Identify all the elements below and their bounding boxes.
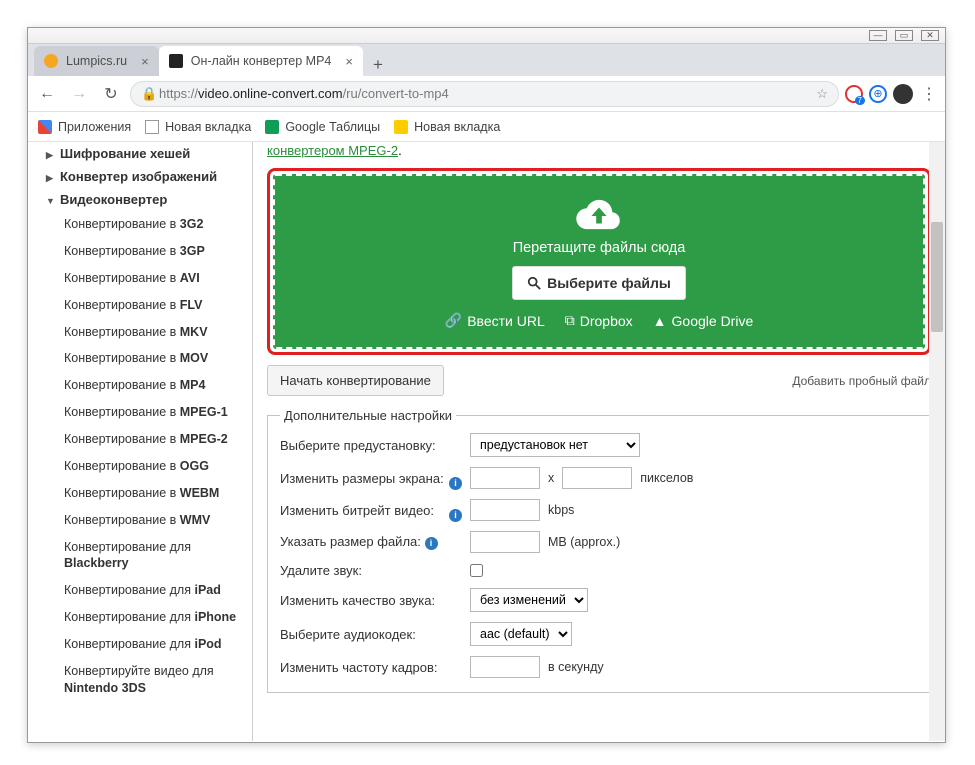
audio-quality-label: Изменить качество звука: — [280, 593, 462, 608]
sidebar-format-item[interactable]: Конвертирование в OGG — [28, 453, 252, 480]
lock-icon: 🔒 — [141, 86, 153, 102]
dropbox-button[interactable]: ⧉Dropbox — [565, 312, 633, 329]
badge-count: 7 — [855, 96, 865, 105]
sidebar-format-item[interactable]: Конвертирование в WEBM — [28, 480, 252, 507]
dropbox-icon: ⧉ — [565, 312, 575, 329]
address-bar[interactable]: 🔒 https://video.online-convert.com/ru/co… — [130, 81, 839, 107]
info-icon[interactable]: i — [449, 477, 462, 490]
tab-title: Lumpics.ru — [66, 54, 127, 68]
sidebar-video[interactable]: ▼Видеоконвертер — [28, 188, 252, 211]
mute-label: Удалите звук: — [280, 563, 462, 578]
close-tab-button[interactable]: × — [345, 54, 353, 69]
new-tab-button[interactable]: + — [367, 54, 389, 76]
sidebar-format-item[interactable]: Конвертирование для iPad — [28, 577, 252, 604]
toolbar: ← → ↻ 🔒 https://video.online-convert.com… — [28, 76, 945, 112]
main-content: конвертером MPEG-2. Перетащите файлы сюд… — [253, 142, 945, 741]
fps-input[interactable] — [470, 656, 540, 678]
sidebar-format-item[interactable]: Конвертирование в WMV — [28, 507, 252, 534]
choose-files-button[interactable]: Выберите файлы — [512, 266, 686, 300]
preset-select[interactable]: предустановок нет — [470, 433, 640, 457]
bookmark-newtab2[interactable]: Новая вкладка — [394, 120, 500, 134]
page-scrollbar[interactable] — [929, 142, 945, 741]
caret-right-icon: ▶ — [46, 150, 54, 161]
dropzone-text: Перетащите файлы сюда — [513, 240, 686, 256]
link-icon: 🔗 — [445, 312, 462, 329]
sidebar-format-item[interactable]: Конвертирование в AVI — [28, 265, 252, 292]
star-icon[interactable]: ☆ — [816, 86, 828, 102]
tab-strip: Lumpics.ru × Он-лайн конвертер MP4 × + — [28, 44, 945, 76]
preset-label: Выберите предустановку: — [280, 438, 462, 453]
fps-label: Изменить частоту кадров: — [280, 660, 462, 675]
enter-url-button[interactable]: 🔗Ввести URL — [445, 312, 545, 329]
info-icon[interactable]: i — [449, 509, 462, 522]
tab-lumpics[interactable]: Lumpics.ru × — [34, 46, 159, 76]
sidebar-format-item[interactable]: Конвертирование в MP4 — [28, 372, 252, 399]
sidebar-format-item[interactable]: Конвертирование для Blackberry — [28, 534, 252, 578]
bitrate-label: Изменить битрейт видео:i — [280, 503, 462, 518]
close-window-button[interactable]: ✕ — [921, 30, 939, 41]
tab-title: Он-лайн конвертер MP4 — [191, 54, 332, 68]
minimize-button[interactable]: — — [869, 30, 887, 41]
height-input[interactable] — [562, 467, 632, 489]
sidebar-format-item[interactable]: Конвертирование в 3GP — [28, 238, 252, 265]
sidebar-image[interactable]: ▶Конвертер изображений — [28, 165, 252, 188]
sidebar-format-item[interactable]: Конвертируйте видео для Nintendo 3DS — [28, 658, 252, 702]
sidebar-format-item[interactable]: Конвертирование для iPod — [28, 631, 252, 658]
filesize-input[interactable] — [470, 531, 540, 553]
sidebar: ▶Шифрование хешей ▶Конвертер изображений… — [28, 142, 253, 741]
start-convert-button[interactable]: Начать конвертирование — [267, 365, 444, 396]
info-icon[interactable]: i — [425, 537, 438, 550]
audio-codec-label: Выберите аудиокодек: — [280, 627, 462, 642]
add-trial-file-link[interactable]: Добавить пробный файл — [792, 374, 931, 388]
advanced-settings: Дополнительные настройки Выберите предус… — [267, 408, 931, 693]
extension-adblock-icon[interactable]: 7 — [845, 85, 863, 103]
mpeg2-link[interactable]: конвертером MPEG-2 — [267, 143, 398, 158]
gdrive-icon: ▲ — [653, 313, 667, 329]
reload-button[interactable]: ↻ — [98, 81, 124, 107]
profile-avatar[interactable] — [893, 84, 913, 104]
audio-quality-select[interactable]: без изменений — [470, 588, 588, 612]
width-input[interactable] — [470, 467, 540, 489]
close-tab-button[interactable]: × — [141, 54, 149, 69]
search-icon — [527, 276, 541, 290]
sidebar-format-item[interactable]: Конвертирование в FLV — [28, 292, 252, 319]
sidebar-hash[interactable]: ▶Шифрование хешей — [28, 142, 252, 165]
cloud-upload-icon — [576, 198, 622, 232]
gdrive-button[interactable]: ▲Google Drive — [653, 312, 754, 329]
back-button[interactable]: ← — [34, 81, 60, 107]
sidebar-format-item[interactable]: Конвертирование в MOV — [28, 345, 252, 372]
caret-right-icon: ▶ — [46, 173, 54, 184]
maximize-button[interactable]: ▭ — [895, 30, 913, 41]
menu-button[interactable]: ⋮ — [919, 84, 939, 104]
favicon-icon — [44, 54, 58, 68]
bitrate-input[interactable] — [470, 499, 540, 521]
bookmark-newtab1[interactable]: Новая вкладка — [145, 120, 251, 134]
filesize-label: Указать размер файла: i — [280, 534, 462, 549]
forward-button[interactable]: → — [66, 81, 92, 107]
sheets-icon — [265, 120, 279, 134]
extension-globe-icon[interactable]: ⊕ — [869, 85, 887, 103]
url-text: https://video.online-convert.com/ru/conv… — [159, 86, 810, 101]
sidebar-format-item[interactable]: Конвертирование в MPEG-2 — [28, 426, 252, 453]
caret-down-icon: ▼ — [46, 196, 54, 206]
bookmark-sheets[interactable]: Google Таблицы — [265, 120, 380, 134]
yandex-icon — [394, 120, 408, 134]
apps-button[interactable]: Приложения — [38, 120, 131, 134]
dropzone-highlight: Перетащите файлы сюда Выберите файлы 🔗Вв… — [267, 168, 931, 355]
sidebar-format-item[interactable]: Конвертирование в MPEG-1 — [28, 399, 252, 426]
resize-label: Изменить размеры экрана:i — [280, 471, 462, 486]
sidebar-format-item[interactable]: Конвертирование в MKV — [28, 319, 252, 346]
file-dropzone[interactable]: Перетащите файлы сюда Выберите файлы 🔗Вв… — [273, 174, 925, 349]
page-icon — [145, 120, 159, 134]
tab-converter[interactable]: Он-лайн конвертер MP4 × — [159, 46, 363, 76]
bookmarks-bar: Приложения Новая вкладка Google Таблицы … — [28, 112, 945, 142]
sidebar-format-item[interactable]: Конвертирование в 3G2 — [28, 211, 252, 238]
favicon-icon — [169, 54, 183, 68]
audio-codec-select[interactable]: aac (default) — [470, 622, 572, 646]
window-titlebar: — ▭ ✕ — [28, 28, 945, 44]
fieldset-legend: Дополнительные настройки — [280, 408, 456, 423]
mute-checkbox[interactable] — [470, 564, 483, 577]
apps-icon — [38, 120, 52, 134]
sidebar-format-item[interactable]: Конвертирование для iPhone — [28, 604, 252, 631]
